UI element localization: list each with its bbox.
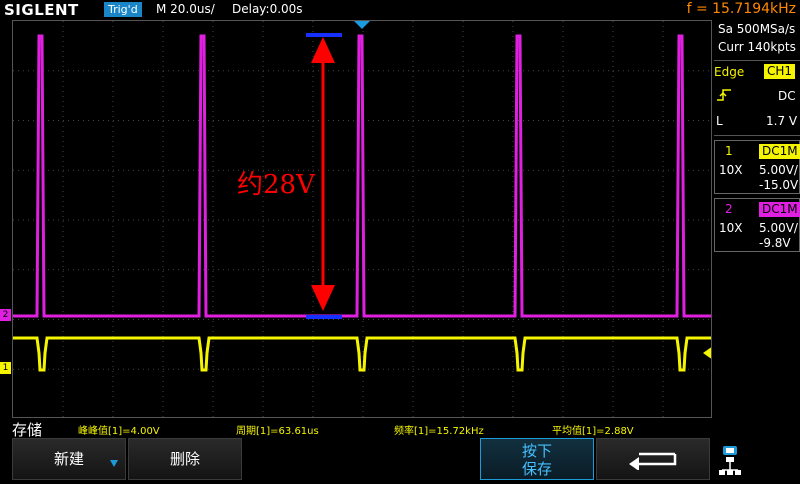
delay-readout[interactable]: Delay:0.00s	[232, 2, 303, 16]
trigger-level-marker[interactable]	[703, 346, 712, 360]
delete-softkey-label: 删除	[169, 450, 200, 468]
measurement-frequency: 频率[1]=15.72kHz	[394, 426, 484, 437]
arrow-down-icon	[110, 460, 118, 467]
ch1-settings-box[interactable]: 1 DC1M 10X 5.00V/ -15.0V	[714, 140, 800, 194]
save-softkey-line1: 按下	[521, 442, 552, 460]
ch2-offset: -9.8V	[759, 236, 791, 250]
ch1-number: 1	[725, 144, 733, 158]
measurement-mean: 平均值[1]=2.88V	[552, 426, 634, 437]
measurement-bar: 存储 峰峰值[1]=4.00V 周期[1]=63.61us 频率[1]=15.7…	[0, 418, 800, 439]
ch2-settings-box[interactable]: 2 DC1M 10X 5.00V/ -9.8V	[714, 198, 800, 252]
timebase-readout[interactable]: M 20.0us/	[156, 2, 215, 16]
delete-softkey[interactable]: 删除	[128, 438, 242, 480]
trigger-coupling: DC	[778, 89, 796, 103]
trigger-source-badge: CH1	[764, 64, 796, 79]
save-softkey-line2: 保存	[521, 460, 552, 478]
new-softkey[interactable]: 新建	[12, 438, 126, 480]
divider	[714, 135, 800, 136]
frequency-readout: f = 15.7194kHz	[686, 1, 796, 17]
memory-depth: Curr 140kpts	[718, 40, 796, 54]
ch2-probe: 10X	[719, 221, 743, 235]
ch2-coupling-badge: DC1M	[759, 202, 800, 217]
return-softkey[interactable]	[596, 438, 710, 480]
menu-title: 存储	[12, 421, 43, 439]
trigger-level-label: L	[716, 114, 723, 128]
softkey-bar: 新建 删除 按下 保存	[0, 438, 800, 480]
ch1-probe: 10X	[719, 163, 743, 177]
top-status-bar: SIGLENT Trig'd M 20.0us/ Delay:0.00s f =…	[0, 0, 800, 20]
waveform-canvas: 约28V	[13, 21, 712, 417]
sample-rate: Sa 500MSa/s	[718, 22, 796, 36]
divider	[714, 60, 800, 61]
status-icons	[718, 440, 798, 480]
trigger-status-badge: Trig'd	[104, 2, 142, 17]
waveform-display[interactable]: 约28V	[12, 20, 712, 418]
trigger-type-label: Edge	[714, 65, 745, 79]
ch1-coupling-badge: DC1M	[759, 144, 800, 159]
ch1-ground-marker[interactable]: 1	[0, 362, 11, 374]
ch1-marker-label: 1	[2, 363, 9, 373]
return-arrow-icon	[629, 452, 677, 470]
ch1-offset: -15.0V	[759, 178, 799, 192]
ch2-marker-label: 2	[2, 310, 9, 320]
ch2-ground-marker[interactable]: 2	[0, 309, 11, 321]
ch2-scale: 5.00V/	[759, 221, 798, 235]
ch1-waveform	[13, 336, 711, 372]
voltage-annotation-label: 约28V	[237, 170, 316, 200]
usb-network-icon	[719, 446, 741, 475]
measurement-pk-pk: 峰峰值[1]=4.00V	[78, 426, 160, 437]
measurement-period: 周期[1]=63.61us	[236, 426, 319, 437]
ch2-waveform	[13, 34, 711, 318]
ch1-scale: 5.00V/	[759, 163, 798, 177]
right-info-panel: Sa 500MSa/s Curr 140kpts Edge CH1 DC L 1…	[712, 20, 800, 438]
trigger-position-marker[interactable]	[354, 21, 370, 29]
ch2-number: 2	[725, 202, 733, 216]
press-to-save-softkey[interactable]: 按下 保存	[480, 438, 594, 480]
trigger-level-value: 1.7 V	[766, 114, 798, 128]
brand-logo: SIGLENT	[4, 1, 79, 19]
rising-edge-icon	[717, 89, 731, 101]
